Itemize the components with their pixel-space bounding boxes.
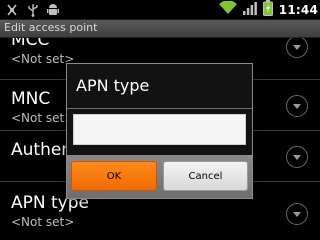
signal-icon bbox=[242, 0, 257, 19]
status-bar: 11:44 bbox=[0, 0, 320, 20]
battery-charging-icon bbox=[262, 0, 273, 20]
chevron-down-icon[interactable] bbox=[286, 95, 308, 117]
preference-title: MCC bbox=[11, 38, 50, 50]
preference-summary: <Not set> bbox=[11, 111, 75, 125]
dialog-header: APN type bbox=[67, 64, 252, 109]
preference-summary: <Not set> bbox=[11, 215, 75, 229]
chevron-down-icon[interactable] bbox=[286, 38, 308, 58]
cancel-button[interactable]: Cancel bbox=[163, 161, 248, 191]
android-icon bbox=[47, 3, 59, 17]
dialog-title: APN type bbox=[76, 76, 150, 95]
preference-title: MNC bbox=[11, 89, 51, 109]
system-icons: 11:44 bbox=[218, 0, 318, 20]
apn-type-input[interactable] bbox=[73, 114, 246, 145]
chevron-down-icon[interactable] bbox=[286, 203, 308, 225]
status-clock: 11:44 bbox=[278, 2, 318, 17]
usb-icon bbox=[27, 3, 39, 17]
wifi-icon bbox=[218, 0, 237, 19]
notification-icons bbox=[5, 2, 59, 17]
usb-debug-icon bbox=[5, 3, 19, 17]
dialog-button-bar: OK Cancel bbox=[67, 155, 252, 198]
title-bar: Edit access point bbox=[0, 20, 320, 38]
apn-type-dialog: APN type OK Cancel bbox=[66, 63, 253, 199]
ok-button[interactable]: OK bbox=[71, 161, 157, 191]
dialog-body bbox=[67, 109, 252, 155]
chevron-down-icon[interactable] bbox=[286, 146, 308, 168]
preference-summary: <Not set> bbox=[11, 52, 75, 66]
screen-title: Edit access point bbox=[4, 21, 98, 34]
